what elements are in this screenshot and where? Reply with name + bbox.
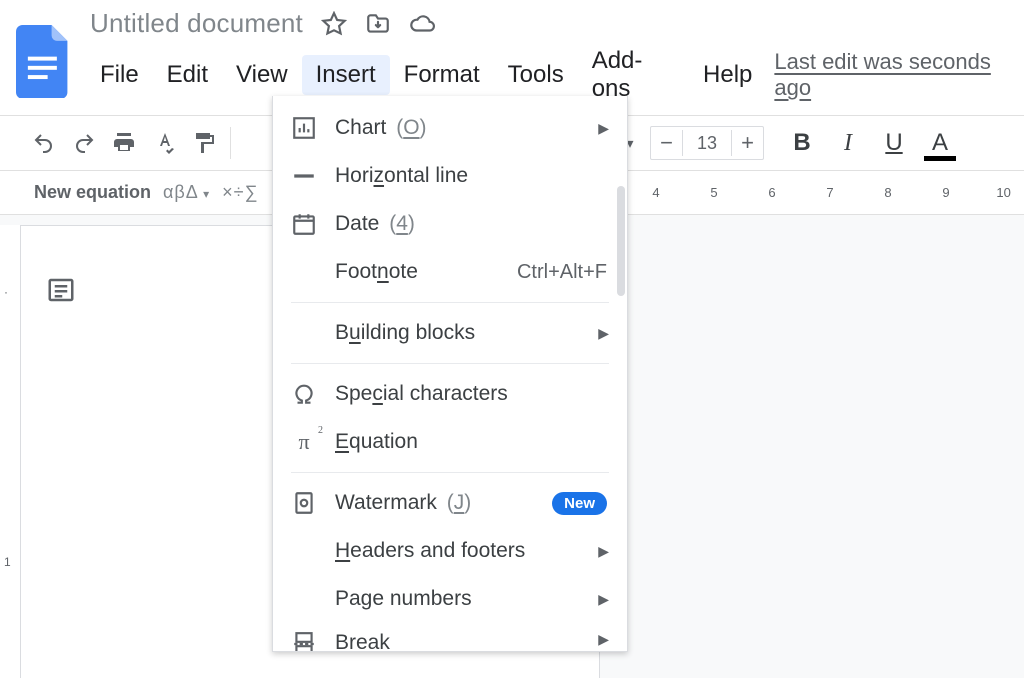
insert-page-numbers[interactable]: Page numbers xyxy=(273,575,627,623)
insert-watermark[interactable]: Watermark (J) New xyxy=(273,479,627,527)
menu-help[interactable]: Help xyxy=(689,55,766,95)
insert-footnote[interactable]: Footnote Ctrl+Alt+F xyxy=(273,248,627,296)
document-outline-button[interactable] xyxy=(46,275,76,305)
insert-chart[interactable]: Chart (O) xyxy=(273,104,627,152)
insert-menu-dropdown: Chart (O) Horizontal line Date (4) Footn… xyxy=(272,96,628,652)
headers-footers-label: Headers and footers xyxy=(335,539,525,563)
docs-logo[interactable] xyxy=(16,33,74,91)
menu-separator xyxy=(291,302,609,303)
insert-date[interactable]: Date (4) xyxy=(273,200,627,248)
horizontal-ruler[interactable]: 4 5 6 7 8 9 10 xyxy=(642,171,1024,214)
underline-button[interactable]: U xyxy=(880,129,908,157)
insert-headers-footers[interactable]: Headers and footers xyxy=(273,527,627,575)
watermark-label: Watermark (J) xyxy=(335,491,471,515)
break-label: Break xyxy=(335,631,390,651)
text-format-group: B I U A xyxy=(788,129,954,157)
undo-button[interactable] xyxy=(24,123,64,163)
omega-icon xyxy=(291,381,317,407)
footnote-shortcut: Ctrl+Alt+F xyxy=(517,261,607,284)
chart-icon xyxy=(291,115,317,141)
insert-building-blocks[interactable]: Building blocks xyxy=(273,309,627,357)
font-size-increase[interactable]: + xyxy=(731,130,763,156)
menu-view[interactable]: View xyxy=(222,55,302,95)
greek-letters-dropdown[interactable]: αβΔ xyxy=(163,182,210,203)
toolbar-separator xyxy=(230,127,231,159)
star-icon[interactable] xyxy=(321,11,347,37)
insert-hline-label: Horizontal line xyxy=(335,164,468,188)
insert-equation[interactable]: π2 Equation xyxy=(273,418,627,466)
insert-special-characters[interactable]: Special characters xyxy=(273,370,627,418)
cloud-saved-icon[interactable] xyxy=(409,11,435,37)
font-size-decrease[interactable]: − xyxy=(651,130,683,156)
equation-label: Equation xyxy=(335,430,418,454)
calendar-icon xyxy=(291,211,317,237)
menu-format[interactable]: Format xyxy=(390,55,494,95)
insert-horizontal-line[interactable]: Horizontal line xyxy=(273,152,627,200)
pi-icon: π2 xyxy=(291,429,317,455)
new-badge: New xyxy=(552,492,607,515)
submenu-arrow-icon xyxy=(598,325,609,342)
ruler-tick: 9 xyxy=(942,185,949,200)
print-button[interactable] xyxy=(104,123,144,163)
menu-file[interactable]: File xyxy=(86,55,153,95)
page-break-icon xyxy=(291,631,317,651)
submenu-arrow-icon xyxy=(598,120,609,137)
italic-button[interactable]: I xyxy=(834,130,862,157)
menu-insert[interactable]: Insert xyxy=(302,55,390,95)
last-edit-link[interactable]: Last edit was seconds ago xyxy=(774,49,1016,101)
font-size-value[interactable]: 13 xyxy=(683,133,731,154)
menu-separator xyxy=(291,363,609,364)
menu-separator xyxy=(291,472,609,473)
ruler-tick: 8 xyxy=(884,185,891,200)
redo-button[interactable] xyxy=(64,123,104,163)
ruler-tick: 10 xyxy=(996,185,1010,200)
spellcheck-button[interactable] xyxy=(144,123,184,163)
vertical-ruler[interactable]: · 1 xyxy=(0,225,20,678)
special-characters-label: Special characters xyxy=(335,382,508,406)
insert-break[interactable]: Break xyxy=(273,623,627,651)
submenu-arrow-icon xyxy=(598,631,609,648)
bold-button[interactable]: B xyxy=(788,129,816,157)
ruler-tick: 5 xyxy=(710,185,717,200)
watermark-icon xyxy=(291,490,317,516)
page-numbers-label: Page numbers xyxy=(335,587,472,611)
text-color-button[interactable]: A xyxy=(926,129,954,157)
paint-format-button[interactable] xyxy=(184,123,224,163)
insert-footnote-label: Footnote xyxy=(335,260,418,284)
font-size-stepper: − 13 + xyxy=(650,126,764,160)
math-ops-dropdown[interactable]: ×÷∑ xyxy=(222,182,258,203)
ruler-tick: 6 xyxy=(768,185,775,200)
submenu-arrow-icon xyxy=(598,543,609,560)
submenu-arrow-icon xyxy=(598,591,609,608)
ruler-tick: 4 xyxy=(652,185,659,200)
new-equation-button[interactable]: New equation xyxy=(34,182,151,203)
move-to-folder-icon[interactable] xyxy=(365,11,391,37)
menu-edit[interactable]: Edit xyxy=(153,55,222,95)
menu-tools[interactable]: Tools xyxy=(494,55,578,95)
building-blocks-label: Building blocks xyxy=(335,321,475,345)
ruler-tick: 7 xyxy=(826,185,833,200)
insert-chart-label: Chart (O) xyxy=(335,116,427,140)
document-title[interactable]: Untitled document xyxy=(90,8,303,39)
horizontal-line-icon xyxy=(291,163,317,189)
insert-date-label: Date (4) xyxy=(335,212,415,236)
